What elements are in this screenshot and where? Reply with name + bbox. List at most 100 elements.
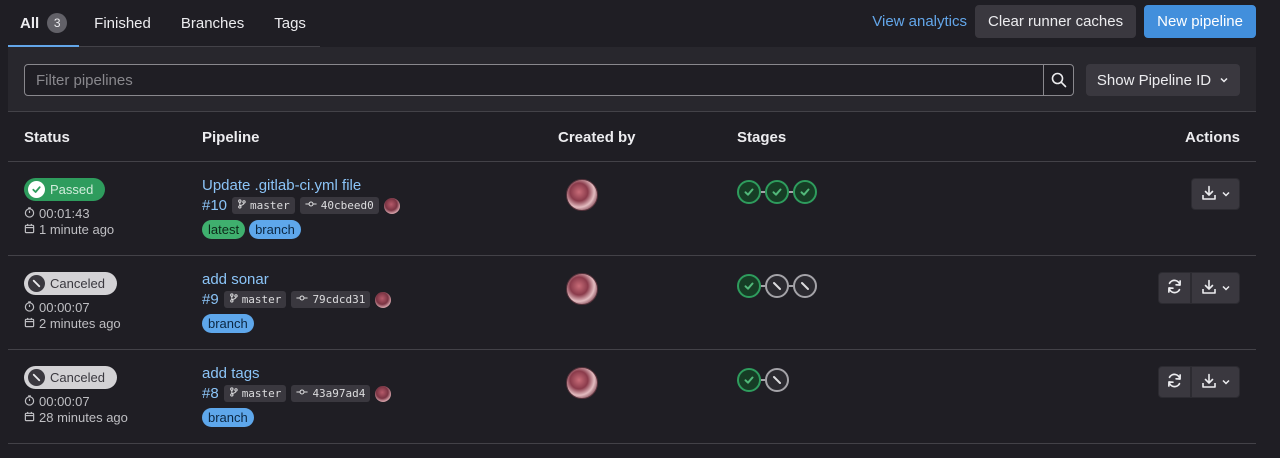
- pipeline-title-link[interactable]: add sonar: [202, 271, 269, 288]
- filter-pipelines-input[interactable]: Filter pipelines: [24, 64, 1044, 96]
- commit-value: 43a97ad4: [312, 387, 366, 400]
- commit-icon: [296, 387, 309, 400]
- tab-tags-label: Tags: [274, 14, 306, 32]
- filter-placeholder: Filter pipelines: [36, 71, 133, 89]
- tab-all-count: 3: [47, 13, 68, 33]
- pipeline-tabs: All 3 Finished Branches Tags: [8, 0, 320, 47]
- download-artifacts-dropdown[interactable]: [1191, 178, 1240, 210]
- pipeline-title-link[interactable]: add tags: [202, 365, 260, 382]
- new-pipeline-button[interactable]: New pipeline: [1144, 5, 1256, 38]
- calendar-icon: [24, 410, 35, 425]
- chevron-down-icon: [1221, 280, 1231, 296]
- tab-branches[interactable]: Branches: [166, 0, 259, 46]
- canceled-icon: [28, 275, 45, 292]
- status-badge[interactable]: Canceled: [24, 272, 117, 295]
- status-label: Canceled: [50, 276, 105, 291]
- retry-button[interactable]: [1158, 272, 1191, 304]
- stage-passed-icon[interactable]: [737, 180, 761, 204]
- tab-all[interactable]: All 3: [8, 0, 80, 47]
- show-pipeline-id-label: Show Pipeline ID: [1096, 71, 1212, 89]
- finished-time: 1 minute ago: [24, 222, 114, 237]
- pipeline-id-link[interactable]: #10: [202, 197, 227, 214]
- avatar[interactable]: [566, 273, 598, 305]
- stage-passed-icon[interactable]: [793, 180, 817, 204]
- top-bar: All 3 Finished Branches Tags View analyt…: [0, 0, 1280, 48]
- row-actions: [1191, 178, 1240, 210]
- avatar[interactable]: [566, 179, 598, 211]
- pipeline-id-link[interactable]: #9: [202, 291, 219, 308]
- pipeline-stages: [737, 368, 789, 392]
- download-artifacts-dropdown[interactable]: [1191, 366, 1240, 398]
- stage-passed-icon[interactable]: [765, 180, 789, 204]
- branch-ref[interactable]: master: [232, 197, 295, 214]
- status-label: Canceled: [50, 370, 105, 385]
- status-badge[interactable]: Passed: [24, 178, 106, 201]
- view-analytics-link[interactable]: View analytics: [872, 13, 967, 30]
- branch-icon: [229, 293, 238, 306]
- pipeline-meta: #8 master 43a97ad4: [202, 385, 392, 402]
- chevron-down-icon: [1221, 374, 1231, 390]
- canceled-icon: [28, 369, 45, 386]
- commit-icon: [305, 199, 317, 212]
- avatar[interactable]: [566, 367, 598, 399]
- column-status: Status: [24, 129, 70, 146]
- stage-passed-icon[interactable]: [737, 368, 761, 392]
- retry-icon: [1166, 372, 1183, 392]
- duration: 00:01:43: [24, 206, 90, 221]
- commit-sha[interactable]: 40cbeed0: [299, 197, 379, 214]
- table-row: Passed 00:01:43 1 minute ago Update .git…: [8, 162, 1256, 256]
- finished-value: 2 minutes ago: [39, 316, 121, 331]
- download-icon: [1201, 185, 1217, 204]
- pipeline-tags: latest branch: [202, 220, 301, 239]
- stage-canceled-icon[interactable]: [765, 368, 789, 392]
- finished-value: 28 minutes ago: [39, 410, 128, 425]
- commit-sha[interactable]: 79cdcd31: [291, 291, 371, 308]
- tab-finished[interactable]: Finished: [79, 0, 166, 46]
- download-icon: [1201, 373, 1217, 392]
- stage-canceled-icon[interactable]: [765, 274, 789, 298]
- clear-runner-caches-button[interactable]: Clear runner caches: [975, 5, 1137, 38]
- commit-value: 40cbeed0: [320, 199, 374, 212]
- duration: 00:00:07: [24, 300, 90, 315]
- finished-time: 2 minutes ago: [24, 316, 121, 331]
- clock-icon: [24, 206, 35, 221]
- retry-button[interactable]: [1158, 366, 1191, 398]
- column-actions: Actions: [1184, 129, 1240, 146]
- tab-branches-label: Branches: [180, 14, 245, 32]
- column-pipeline: Pipeline: [202, 129, 260, 146]
- commit-author-avatar[interactable]: [383, 197, 400, 214]
- pipeline-id-link[interactable]: #8: [202, 385, 219, 402]
- commit-value: 79cdcd31: [312, 293, 366, 306]
- chevron-down-icon: [1220, 77, 1228, 83]
- table-row: Canceled 00:00:07 28 minutes ago add tag…: [8, 350, 1256, 444]
- branch-name: master: [250, 199, 290, 212]
- row-actions: [1158, 272, 1240, 304]
- tab-tags[interactable]: Tags: [259, 0, 321, 46]
- stage-canceled-icon[interactable]: [793, 274, 817, 298]
- tag-branch[interactable]: branch: [249, 220, 301, 239]
- finished-value: 1 minute ago: [39, 222, 115, 237]
- commit-sha[interactable]: 43a97ad4: [291, 385, 371, 402]
- stage-passed-icon[interactable]: [737, 274, 761, 298]
- branch-ref[interactable]: master: [223, 385, 287, 402]
- status-badge[interactable]: Canceled: [24, 366, 117, 389]
- status-label: Passed: [50, 182, 94, 197]
- passed-icon: [28, 181, 45, 198]
- calendar-icon: [24, 222, 35, 237]
- filter-search-button[interactable]: [1043, 64, 1074, 96]
- pipeline-tags: branch: [202, 408, 254, 427]
- branch-name: master: [241, 293, 282, 306]
- show-pipeline-id-dropdown[interactable]: Show Pipeline ID: [1086, 64, 1240, 96]
- download-artifacts-dropdown[interactable]: [1191, 272, 1240, 304]
- tag-branch[interactable]: branch: [202, 314, 254, 333]
- tag-branch[interactable]: branch: [202, 408, 254, 427]
- commit-author-avatar[interactable]: [375, 291, 392, 308]
- chevron-down-icon: [1221, 186, 1231, 202]
- pipeline-title-link[interactable]: Update .gitlab-ci.yml file: [202, 177, 361, 194]
- table-row: Canceled 00:00:07 2 minutes ago add sona…: [8, 256, 1256, 350]
- duration-value: 00:01:43: [39, 206, 90, 221]
- tag-latest[interactable]: latest: [202, 220, 246, 239]
- commit-author-avatar[interactable]: [375, 385, 392, 402]
- column-created-by: Created by: [558, 129, 636, 146]
- branch-ref[interactable]: master: [223, 291, 287, 308]
